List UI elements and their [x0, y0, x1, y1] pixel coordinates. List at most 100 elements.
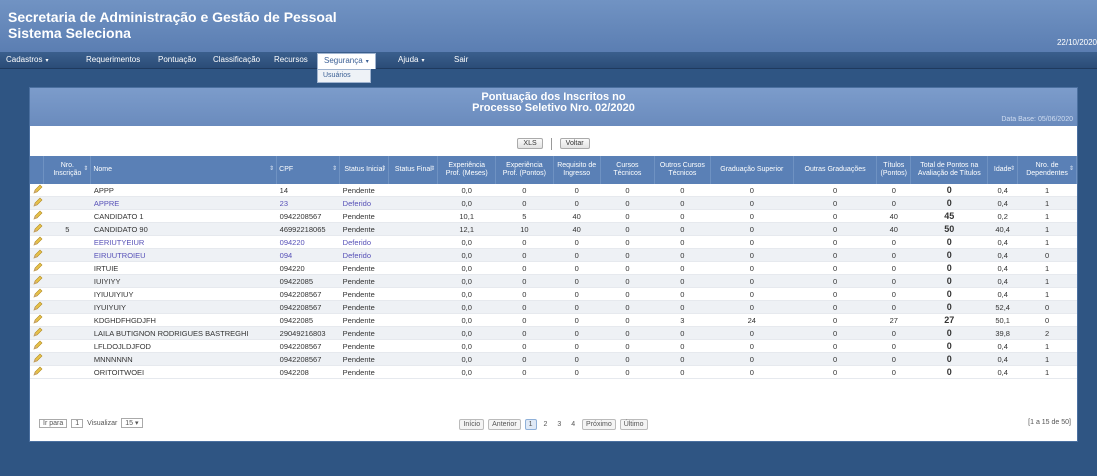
col-edit [30, 156, 45, 184]
cell-idade: 39,8 [987, 326, 1018, 340]
col-graduacao[interactable]: Graduação Superior [710, 156, 794, 184]
col-requisito[interactable]: Requisito de Ingresso [553, 156, 601, 184]
cell-graduacao: 0 [710, 287, 794, 301]
menu-ajuda[interactable]: Ajuda ▾ [398, 55, 424, 64]
pencil-icon[interactable] [33, 366, 43, 376]
col-status-final[interactable]: Status Final ⇕ [388, 156, 439, 184]
cell-status-inicial: Pendente [339, 300, 389, 314]
cell-cursos: 0 [600, 339, 655, 353]
cell-graduacao: 0 [710, 222, 794, 236]
col-status-inicial[interactable]: Status Inicial ⇕ [339, 156, 390, 184]
menu-recursos[interactable]: Recursos [274, 55, 308, 64]
pencil-icon[interactable] [33, 314, 43, 324]
page-next-button[interactable]: Próximo [582, 419, 616, 430]
cell-exp-meses: 0,0 [437, 261, 496, 275]
cell-nome: KDGHDFHGDJFH [90, 313, 277, 327]
cell-status-inicial: Pendente [339, 313, 389, 327]
cell-requisito: 0 [553, 261, 601, 275]
pencil-icon[interactable] [33, 262, 43, 272]
app-title: Secretaria de Administração e Gestão de … [8, 9, 337, 25]
cell-edit [30, 209, 44, 223]
cell-cpf: 09422085 [276, 274, 340, 288]
page-first-button[interactable]: Início [459, 419, 485, 430]
pencil-icon[interactable] [33, 288, 43, 298]
main-menu: Cadastros ▾ Requerimentos Pontuação Class… [0, 52, 1097, 69]
col-nome[interactable]: Nome ⇕ [90, 156, 278, 184]
cell-cpf: 0942208567 [276, 352, 340, 366]
col-outros-cursos[interactable]: Outros Cursos Técnicos [654, 156, 711, 184]
submenu-usuarios[interactable]: Usuários [317, 69, 371, 83]
page-last-button[interactable]: Último [619, 419, 648, 430]
menu-classificacao[interactable]: Classificação [213, 55, 260, 64]
cell-status-final [388, 274, 438, 288]
menu-sair[interactable]: Sair [454, 55, 468, 64]
cell-cursos: 0 [600, 235, 655, 249]
cell-idade: 0,4 [987, 365, 1018, 379]
pencil-icon[interactable] [33, 210, 43, 220]
pencil-icon[interactable] [33, 249, 43, 259]
cell-inscricao [43, 261, 91, 275]
col-titulos[interactable]: Títulos (Pontos) [876, 156, 912, 184]
cell-outros-cursos: 3 [654, 313, 711, 327]
menu-pontuacao[interactable]: Pontuação [158, 55, 196, 64]
pencil-icon[interactable] [33, 197, 43, 207]
cell-idade: 0,4 [987, 184, 1018, 197]
page-number[interactable]: 3 [554, 420, 564, 429]
page-prev-button[interactable]: Anterior [488, 419, 521, 430]
cell-outras-graduacoes: 0 [793, 235, 877, 249]
table-row: APPRE 23 Deferido 0,0 0 0 0 0 0 0 0 0 0,4 1 [30, 196, 1077, 210]
col-exp-meses[interactable]: Experiência Prof. (Meses) [437, 156, 497, 184]
col-outras-graduacoes[interactable]: Outras Graduações [793, 156, 878, 184]
cell-titulos: 0 [876, 339, 911, 353]
cell-idade: 0,4 [987, 196, 1018, 210]
cell-idade: 0,4 [987, 274, 1018, 288]
cell-requisito: 0 [553, 352, 601, 366]
col-cpf[interactable]: CPF ⇕ [276, 156, 341, 184]
cell-status-inicial: Pendente [339, 222, 389, 236]
menu-requerimentos[interactable]: Requerimentos [86, 55, 140, 64]
cell-nome: APPRE [90, 196, 277, 210]
xls-button[interactable]: XLS [517, 138, 543, 150]
cell-graduacao: 0 [710, 248, 794, 262]
cell-graduacao: 0 [710, 274, 794, 288]
pencil-icon[interactable] [33, 340, 43, 350]
col-dependentes[interactable]: Nro. de Dependentes ⇕ [1017, 156, 1077, 184]
col-idade[interactable]: Idade ⇕ [987, 156, 1019, 184]
cell-cpf: 46992218065 [276, 222, 340, 236]
page-number[interactable]: 1 [524, 419, 537, 430]
cell-status-inicial: Deferido [339, 248, 389, 262]
col-inscricao[interactable]: Nro. Inscrição ⇕ [43, 156, 92, 184]
pencil-icon[interactable] [33, 327, 43, 337]
col-exp-pontos[interactable]: Experiência Prof. (Pontos) [495, 156, 554, 184]
page-number[interactable]: 4 [568, 420, 578, 429]
cell-cursos: 0 [600, 352, 655, 366]
pencil-icon[interactable] [33, 236, 43, 246]
back-button[interactable]: Voltar [559, 138, 590, 150]
cell-dependentes: 1 [1017, 339, 1077, 353]
record-range: [1 a 15 de 50] [1028, 419, 1071, 426]
chevron-down-icon: ▾ [421, 58, 425, 64]
cell-nome: EIRUUTROIEU [90, 248, 277, 262]
pencil-icon[interactable] [33, 184, 43, 194]
cell-total: 0 [910, 300, 988, 314]
pencil-icon[interactable] [33, 223, 43, 233]
cell-exp-meses: 0,0 [437, 300, 496, 314]
cell-exp-meses: 0,0 [437, 352, 496, 366]
cell-requisito: 40 [553, 209, 601, 223]
cell-exp-meses: 0,0 [437, 184, 496, 197]
table-row: ORITOITWOEI 0942208 Pendente 0,0 0 0 0 0 0 0 0 0 0,4… [30, 365, 1077, 379]
col-cursos[interactable]: Cursos Técnicos [600, 156, 656, 184]
page-number[interactable]: 2 [540, 420, 550, 429]
pencil-icon[interactable] [33, 275, 43, 285]
menu-seguranca[interactable]: Segurança ▾ [317, 53, 376, 69]
pencil-icon[interactable] [33, 301, 43, 311]
cell-exp-pontos: 0 [495, 326, 554, 340]
col-total[interactable]: Total de Pontos na Avaliação de Títulos [910, 156, 989, 184]
pencil-icon[interactable] [33, 353, 43, 363]
cell-nome: LAILA BUTIGNON RODRIGUES BASTREGHI [90, 326, 277, 340]
cell-titulos: 0 [876, 274, 911, 288]
cell-exp-meses: 0,0 [437, 287, 496, 301]
cell-outras-graduacoes: 0 [793, 222, 877, 236]
cell-exp-pontos: 10 [495, 222, 554, 236]
menu-cadastros[interactable]: Cadastros ▾ [6, 55, 48, 64]
